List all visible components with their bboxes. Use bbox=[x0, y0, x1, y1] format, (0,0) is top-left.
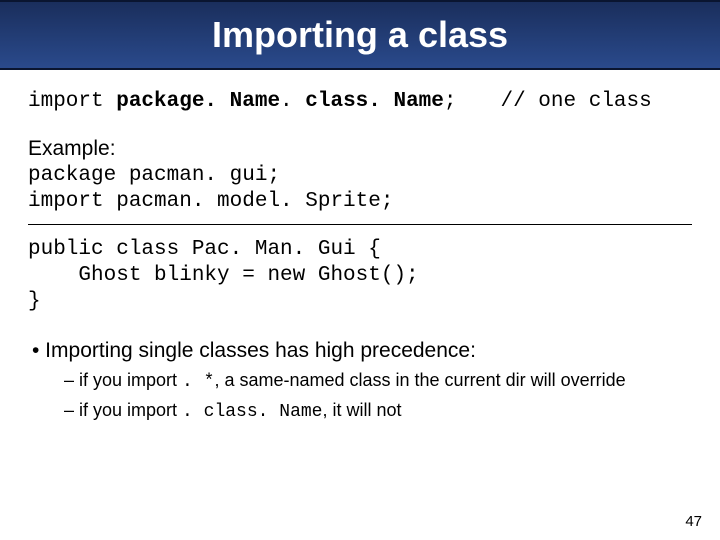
slide-content: import package. Name. class. Name;// one… bbox=[0, 70, 720, 424]
example-label: Example: bbox=[28, 137, 692, 161]
package-name-placeholder: package. Name bbox=[116, 90, 280, 113]
sub-bullet-list: – if you import . *, a same-named class … bbox=[28, 369, 692, 424]
keyword-import: import bbox=[28, 90, 116, 113]
example-code-2: public class Pac. Man. Gui { Ghost blink… bbox=[28, 237, 692, 316]
sub1-suffix: , a same-named class in the current dir … bbox=[214, 370, 625, 390]
semicolon: ; bbox=[444, 90, 457, 113]
example-code-1: package pacman. gui; import pacman. mode… bbox=[28, 163, 692, 216]
sub-bullet-1: – if you import . *, a same-named class … bbox=[64, 369, 692, 394]
sub2-suffix: , it will not bbox=[322, 400, 401, 420]
bullet-main: • Importing single classes has high prec… bbox=[32, 339, 692, 363]
slide-title: Importing a class bbox=[212, 14, 508, 56]
code-line: Ghost blinky = new Ghost(); bbox=[28, 264, 419, 287]
code-line: import pacman. model. Sprite; bbox=[28, 190, 393, 213]
class-name-placeholder: class. Name bbox=[293, 90, 444, 113]
code-line: } bbox=[28, 290, 41, 313]
title-bar: Importing a class bbox=[0, 0, 720, 70]
dot: . bbox=[280, 90, 293, 113]
sub1-code: . * bbox=[182, 372, 214, 392]
sub2-code: . class. Name bbox=[182, 402, 322, 422]
sub2-prefix: – if you import bbox=[64, 400, 182, 420]
sub-bullet-2: – if you import . class. Name, it will n… bbox=[64, 399, 692, 424]
slide-number: 47 bbox=[685, 513, 702, 530]
comment-one-class: // one class bbox=[501, 90, 652, 113]
code-line: public class Pac. Man. Gui { bbox=[28, 238, 381, 261]
divider bbox=[28, 224, 692, 225]
code-line: package pacman. gui; bbox=[28, 164, 280, 187]
import-syntax: import package. Name. class. Name; // one… bbox=[28, 90, 692, 113]
sub1-prefix: – if you import bbox=[64, 370, 182, 390]
